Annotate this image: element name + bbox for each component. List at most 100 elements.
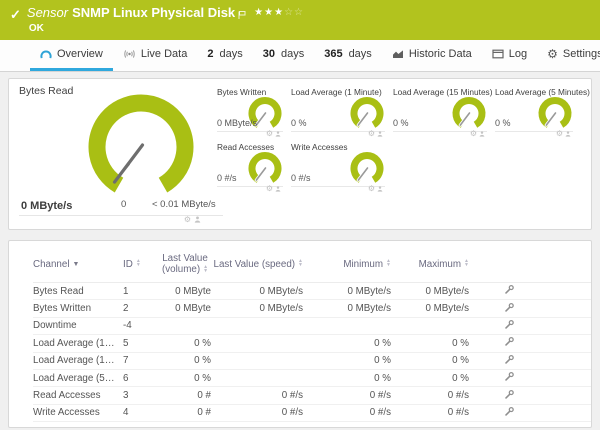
gear-icon[interactable]: ⚙ — [266, 185, 273, 193]
tab-30-days[interactable]: 30 days — [253, 40, 315, 71]
wrench-icon[interactable] — [504, 389, 515, 400]
maximum-value: 0 MByte/s — [425, 303, 469, 315]
primary-gauge-scale-min: 0 — [121, 199, 127, 210]
sensor-type-label: Sensor — [26, 5, 69, 20]
user-icon[interactable] — [565, 130, 571, 137]
gear-icon[interactable]: ⚙ — [184, 216, 191, 224]
channel-name[interactable]: Write Accesses — [33, 407, 123, 418]
wrench-icon[interactable] — [504, 354, 515, 365]
minimum-value: 0 % — [374, 355, 391, 367]
tab-settings[interactable]: ⚙ Settings — [537, 40, 600, 71]
mini-gauge — [538, 97, 572, 128]
tab-overview[interactable]: Overview — [30, 40, 113, 71]
mini-gauge-value: 0 % — [393, 118, 409, 128]
channel-name[interactable]: Read Accesses — [33, 390, 123, 401]
column-header-last-value-speed[interactable]: Last Value (speed) ▲ ▼ — [211, 259, 303, 270]
last-value-volume: 0 % — [194, 337, 211, 349]
wrench-icon[interactable] — [504, 371, 515, 382]
mini-gauge-bytes-written: Bytes Written 0 MByte/s ⚙ — [217, 87, 291, 138]
channel-name[interactable]: Load Average (5 Minutes) — [33, 373, 123, 384]
channel-name[interactable]: Load Average (15 Minutes) — [33, 355, 123, 366]
table-row[interactable]: Bytes Written 2 0 MByte 0 MByte/s 0 MByt… — [33, 300, 591, 318]
bar-chart-icon — [392, 49, 404, 59]
priority-stars[interactable]: ★★★☆☆ — [254, 7, 304, 18]
minimum-value: 0 #/s — [369, 390, 391, 402]
tab-log[interactable]: Log — [482, 40, 537, 71]
wrench-icon[interactable] — [504, 406, 515, 417]
gauge-arc-icon — [40, 49, 52, 59]
gear-icon[interactable]: ⚙ — [368, 185, 375, 193]
gear-icon[interactable]: ⚙ — [470, 130, 477, 138]
tab-2-days[interactable]: 2 days — [197, 40, 252, 71]
mini-gauge-write-accesses: Write Accesses 0 #/s ⚙ — [291, 142, 393, 193]
gear-icon[interactable]: ⚙ — [556, 130, 563, 138]
minimum-value: 0 MByte/s — [347, 303, 391, 315]
mini-gauge-actions: ⚙ — [470, 130, 485, 138]
channel-name[interactable]: Bytes Read — [33, 286, 123, 297]
tab-live-data[interactable]: Live Data — [113, 40, 197, 71]
table-row[interactable]: Load Average (5 Minutes) 6 0 % 0 % 0 % — [33, 370, 591, 388]
tab-label: Settings — [562, 48, 600, 60]
tab-num: 365 — [324, 48, 343, 60]
wrench-icon[interactable] — [504, 302, 515, 313]
last-value-volume: 0 # — [197, 407, 211, 419]
user-icon[interactable] — [377, 130, 383, 137]
column-header-last-value-volume[interactable]: Last Value (volume) ▲ ▼ — [159, 253, 211, 275]
status-badge: OK — [28, 23, 44, 34]
mini-gauge-actions: ⚙ — [266, 185, 281, 193]
user-icon[interactable] — [377, 185, 383, 192]
table-row[interactable]: Write Accesses 4 0 # 0 #/s 0 #/s 0 #/s — [33, 405, 591, 423]
column-header-channel[interactable]: Channel ▼ — [33, 259, 123, 270]
channel-id: 2 — [123, 303, 129, 315]
column-header-id[interactable]: ID ▲ ▼ — [123, 259, 159, 270]
user-icon[interactable] — [275, 185, 281, 192]
wrench-icon[interactable] — [504, 319, 515, 330]
table-row[interactable]: Bytes Read 1 0 MByte 0 MByte/s 0 MByte/s… — [33, 283, 591, 301]
status-check-icon: ✓ — [10, 7, 21, 22]
channel-table-panel: Channel ▼ ID ▲ ▼ Last Value (volume) ▲ ▼ Last … — [8, 240, 592, 428]
channel-name[interactable]: Downtime — [33, 320, 123, 331]
mini-gauge-value: 0 % — [495, 118, 511, 128]
maximum-value: 0 #/s — [447, 407, 469, 419]
wrench-icon[interactable] — [504, 336, 515, 347]
primary-gauge-actions: ⚙ — [184, 216, 201, 224]
table-row[interactable]: Load Average (15 Minutes) 7 0 % 0 % 0 % — [33, 353, 591, 370]
gear-icon[interactable]: ⚙ — [368, 130, 375, 138]
last-value-volume: 0 % — [194, 372, 211, 384]
last-value-speed: 0 #/s — [281, 390, 303, 402]
primary-gauge-block: Bytes Read 0 MByte/s 0 < 0.01 MByte/s ⚙ — [19, 85, 223, 225]
tab-bar: Overview Live Data 2 days 30 days 365 da… — [0, 40, 600, 72]
tab-unit: days — [219, 48, 243, 60]
tab-label: Historic Data — [408, 48, 472, 60]
last-value-volume: 0 MByte — [175, 285, 211, 297]
tab-historic-data[interactable]: Historic Data — [382, 40, 482, 71]
live-signal-icon — [123, 49, 136, 59]
channel-name[interactable]: Bytes Written — [33, 303, 123, 314]
channel-name[interactable]: Load Average (1 Minute) — [33, 338, 123, 349]
user-icon[interactable] — [479, 130, 485, 137]
mini-gauge — [248, 152, 282, 183]
tab-unit: days — [280, 48, 305, 60]
tab-label: Live Data — [140, 48, 188, 60]
mini-gauge — [350, 152, 384, 183]
stars-filled: ★★★ — [254, 7, 285, 18]
column-header-minimum[interactable]: Minimum ▲ ▼ — [303, 259, 391, 270]
wrench-icon[interactable] — [504, 284, 515, 295]
table-row[interactable]: Downtime -4 — [33, 318, 591, 336]
maximum-value: 0 % — [452, 372, 469, 384]
table-row[interactable]: Load Average (1 Minute) 5 0 % 0 % 0 % — [33, 335, 591, 353]
user-icon[interactable] — [275, 130, 281, 137]
sensor-header: ✓ Sensor SNMP Linux Physical Disk ★★★☆☆ OK — [0, 0, 600, 40]
sort-icon: ▲ ▼ — [203, 263, 209, 274]
primary-gauge-value: 0 MByte/s — [21, 200, 73, 212]
table-row[interactable]: Read Accesses 3 0 # 0 #/s 0 #/s 0 #/s — [33, 387, 591, 405]
column-header-maximum[interactable]: Maximum ▲ ▼ — [391, 259, 469, 270]
user-icon[interactable] — [194, 216, 201, 223]
tab-label: Log — [508, 48, 528, 60]
mini-gauge — [452, 97, 486, 128]
minimum-value: 0 #/s — [369, 407, 391, 419]
last-value-speed: 0 #/s — [281, 407, 303, 419]
tab-365-days[interactable]: 365 days — [314, 40, 382, 71]
gear-icon[interactable]: ⚙ — [266, 130, 273, 138]
mini-gauge-load-average-5min: Load Average (5 Minutes) 0 % ⚙ — [495, 87, 590, 138]
